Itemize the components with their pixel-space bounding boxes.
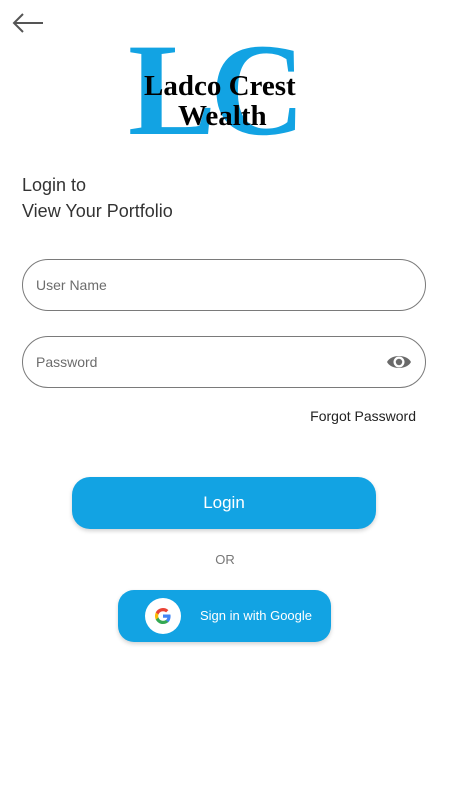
page-heading: Login to View Your Portfolio bbox=[22, 172, 173, 224]
login-button-label: Login bbox=[203, 493, 245, 512]
logo-line-2: Wealth bbox=[178, 100, 267, 132]
heading-line-2: View Your Portfolio bbox=[22, 201, 173, 221]
back-button[interactable] bbox=[10, 10, 46, 38]
logo-line-1: Ladco Crest bbox=[144, 70, 296, 102]
google-sign-in-label: Sign in with Google bbox=[200, 608, 313, 623]
password-field[interactable] bbox=[22, 336, 426, 388]
arrow-left-icon bbox=[12, 13, 43, 33]
google-badge bbox=[145, 598, 181, 634]
google-sign-in-button[interactable]: Sign in with Google bbox=[118, 590, 331, 642]
google-g-icon bbox=[155, 608, 171, 624]
login-button[interactable]: Login bbox=[72, 477, 376, 529]
or-divider: OR bbox=[215, 552, 235, 567]
eye-icon[interactable] bbox=[386, 350, 412, 374]
forgot-password-link[interactable]: Forgot Password bbox=[310, 408, 416, 424]
username-input[interactable] bbox=[36, 260, 366, 310]
password-input[interactable] bbox=[36, 337, 366, 387]
heading-line-1: Login to bbox=[22, 175, 87, 195]
brand-logo: LC Ladco Crest Wealth bbox=[128, 24, 323, 156]
username-field[interactable] bbox=[22, 259, 426, 311]
